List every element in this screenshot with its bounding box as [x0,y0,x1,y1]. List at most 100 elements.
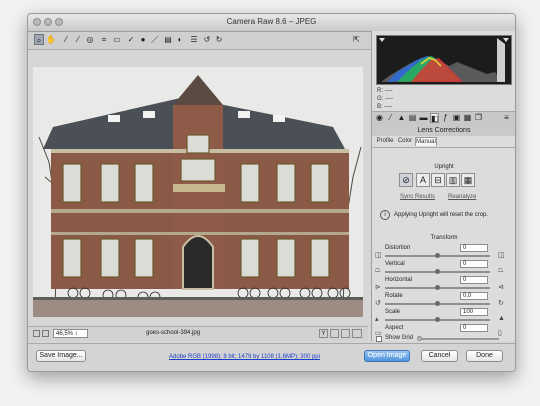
red-eye-tool-icon[interactable]: ● [138,34,148,45]
school-building-photo [33,67,363,317]
vertical-right-icon: ⏢ [498,267,504,274]
info-icon: i [380,210,390,220]
basic-panel-icon[interactable]: ◉ [375,113,384,123]
lens-tabs: Profile Color Manual [372,137,515,148]
distortion-thumb[interactable] [435,253,440,258]
split-toning-icon[interactable]: ▬ [419,113,428,123]
color-sampler-tool-icon[interactable]: ⁄ [73,34,83,45]
effects-icon[interactable]: ƒ [441,113,450,123]
scale-track[interactable] [385,317,490,322]
detail-icon[interactable]: ▲ [397,113,406,123]
hsl-icon[interactable]: ▤ [408,113,417,123]
upright-full-button[interactable]: ▦ [461,173,475,187]
b-label: B: [377,104,383,110]
horizontal-right-icon: ⊲ [498,284,504,291]
horizontal-left-icon: ⊳ [375,284,381,291]
panel-tabs: ◉ ⁄ ▲ ▤ ▬ ◧ ƒ ▣ ▦ ❐ ≡ [372,111,515,126]
adjustment-panel: R: ---- G: ---- B: ---- ◉ ⁄ ▲ ▤ ▬ ◧ ƒ ▣ … [371,31,515,342]
upright-note: i Applying Upright will reset the crop. [380,208,508,222]
camera-calibration-icon[interactable]: ▣ [452,113,461,123]
vertical-value[interactable]: 0 [460,260,488,268]
white-balance-tool-icon[interactable]: ⁄ [61,34,71,45]
window-title: Camera Raw 8.6 – JPEG [226,17,317,26]
copy-settings-icon[interactable] [352,329,362,338]
zoom-level-select[interactable]: 46,5% ↕ [53,329,88,338]
compare-view-icon[interactable] [42,330,49,337]
show-grid-checkbox[interactable] [376,336,382,342]
single-view-icon[interactable] [33,330,40,337]
workflow-options-link[interactable]: Adobe RGB (1998); 8 bit; 1479 by 1108 (1… [169,354,320,360]
graduated-filter-tool-icon[interactable]: ▤ [163,34,173,45]
upright-note-text: Applying Upright will reset the crop. [394,212,489,218]
filter-icon[interactable]: Y [319,329,328,338]
horizontal-label: Horizontal [385,277,413,283]
filename-label: goes-school-394.jpg [146,330,201,336]
spot-removal-tool-icon[interactable]: ✓ [126,34,136,45]
radial-filter-tool-icon[interactable]: ◐ [175,34,185,45]
straighten-tool-icon[interactable]: ▭ [112,34,122,45]
horizontal-track[interactable] [385,285,490,290]
upright-label: Upright [434,164,454,170]
upright-off-button[interactable]: ⊘ [399,173,413,187]
scale-value[interactable]: 100 [460,308,488,316]
upright-level-button[interactable]: ⊟ [431,173,445,187]
adjustment-brush-tool-icon[interactable]: ／ [150,34,160,45]
vertical-track[interactable] [385,269,490,274]
lens-corrections-icon[interactable]: ◧ [430,113,439,123]
vertical-left-icon: ⏢ [375,267,381,274]
view-mode-icon[interactable] [330,329,339,338]
tone-curve-icon[interactable]: ⁄ [386,113,395,123]
transform-label: Transform [430,235,458,241]
swap-view-icon[interactable] [341,329,350,338]
tab-color[interactable]: Color [396,137,414,146]
done-button[interactable]: Done [466,350,503,362]
distortion-track[interactable] [385,253,490,258]
image-preview[interactable] [33,67,363,317]
targeted-adjustment-tool-icon[interactable]: ◎ [85,34,95,45]
rotate-thumb[interactable] [435,301,440,306]
upright-auto-button[interactable]: A [416,173,430,187]
rotate-value[interactable]: 0,0 [460,292,488,300]
preferences-tool-icon[interactable]: ☰ [189,34,199,45]
rotate-cw-icon[interactable]: ↻ [214,34,224,45]
save-image-button[interactable]: Save Image... [36,350,86,362]
horizontal-value[interactable]: 0 [460,276,488,284]
tab-manual[interactable]: Manual [415,137,437,146]
aspect-label: Aspect [385,325,404,331]
scale-thumb[interactable] [435,317,440,322]
aspect-value[interactable]: 0 [460,324,488,332]
vertical-thumb[interactable] [435,269,440,274]
rotate-ccw-icon[interactable]: ↺ [202,34,212,45]
show-grid-label: Show Grid [385,335,414,341]
preview-status-bar: 46,5% ↕ goes-school-394.jpg Y [28,326,368,341]
sync-results-link[interactable]: Sync Results [400,194,435,200]
grid-size-thumb[interactable] [417,336,422,341]
distortion-value[interactable]: 0 [460,244,488,252]
panel-menu-icon[interactable]: ≡ [502,113,511,123]
upright-vertical-button[interactable]: ▥ [446,173,460,187]
hand-tool-icon[interactable]: ✋ [46,34,56,45]
presets-icon[interactable]: ▦ [463,113,472,123]
zoom-tool-icon[interactable]: ⌕ [34,34,44,45]
grid-size-track[interactable] [419,338,499,340]
rotate-left-icon: ↺ [375,300,381,307]
shadow-clipping-icon[interactable] [379,38,385,42]
rotate-right-icon: ↻ [498,300,504,307]
fullscreen-toggle-icon[interactable]: ⇱ [351,34,362,45]
snapshots-icon[interactable]: ❐ [474,113,483,123]
reanalyze-link[interactable]: Reanalyze [448,194,476,200]
open-image-button[interactable]: Open Image [364,350,410,362]
r-value: ---- [384,88,393,94]
chevron-updown-icon: ↕ [74,331,78,337]
vertical-label: Vertical [385,261,405,267]
aspect-tall-icon: ▯ [498,330,502,337]
cancel-button[interactable]: Cancel [421,350,458,362]
tab-profile[interactable]: Profile [375,137,395,146]
distortion-label: Distortion [385,245,411,251]
horizontal-thumb[interactable] [435,285,440,290]
scale-small-icon: ▴ [375,316,379,323]
barrel-icon: ◫ [375,252,382,259]
highlight-clipping-icon[interactable] [503,38,509,42]
crop-tool-icon[interactable]: ⌗ [99,34,109,45]
rotate-track[interactable] [385,301,490,306]
